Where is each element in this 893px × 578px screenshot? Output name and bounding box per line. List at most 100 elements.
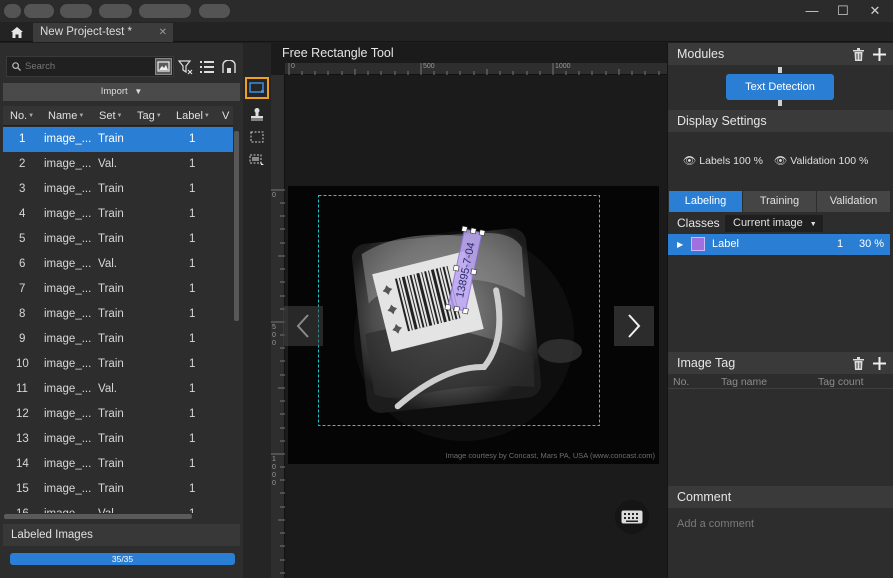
tab-validation[interactable]: Validation (817, 191, 890, 212)
comment-title: Comment (677, 490, 732, 504)
image-viewport[interactable]: 13895-7-04 Image courtesy by Concast, Ma… (288, 186, 659, 464)
cell-no: 8 (19, 308, 26, 320)
close-window-button[interactable]: ✕ (860, 2, 890, 20)
select-tool[interactable] (245, 126, 269, 148)
comment-input[interactable]: Add a comment (668, 509, 893, 578)
maximize-button[interactable]: ☐ (828, 2, 858, 20)
class-name: Label (712, 238, 739, 250)
table-vertical-scrollbar[interactable] (234, 131, 239, 321)
add-module-button[interactable] (871, 46, 887, 62)
table-row[interactable]: 7 image_... Train 1 (3, 277, 233, 302)
table-row[interactable]: 8 image_... Train 1 (3, 302, 233, 327)
canvas-area: Free Rectangle Tool 0 500 1000 0 5 0 0 1… (271, 43, 667, 578)
table-row[interactable]: 11 image_... Val. 1 (3, 377, 233, 402)
validation-visibility[interactable]: 👁 Validation 100 % (774, 154, 868, 167)
labels-visibility[interactable]: 👁 Labels 100 % (683, 154, 763, 167)
cell-set: Train (98, 333, 124, 345)
cell-no: 5 (19, 233, 26, 245)
cell-name: image_... (44, 308, 92, 320)
canvas-title: Free Rectangle Tool (282, 46, 394, 60)
table-row[interactable]: 13 image_... Train 1 (3, 427, 233, 452)
table-row[interactable]: 3 image_... Train 1 (3, 177, 233, 202)
ruler-left-label-0: 0 (272, 192, 276, 199)
cell-label: 1 (189, 308, 196, 320)
table-row[interactable]: 15 image_... Train 1 (3, 477, 233, 502)
class-filter-value: Current image (733, 217, 803, 229)
display-settings-header: Display Settings (668, 110, 893, 132)
shortcuts-button[interactable] (615, 500, 649, 534)
menu-item-6[interactable] (199, 4, 230, 18)
ruler-top-label-0: 0 (291, 63, 295, 70)
table-row[interactable]: 9 image_... Train 1 (3, 327, 233, 352)
minimize-button[interactable]: — (797, 2, 827, 20)
cell-set: Train (98, 283, 124, 295)
table-row[interactable]: 14 image_... Train 1 (3, 452, 233, 477)
cell-name: image_... (44, 433, 92, 445)
table-row[interactable]: 2 image_... Val. 1 (3, 152, 233, 177)
cell-no: 12 (16, 408, 29, 420)
table-horizontal-scrollbar[interactable] (4, 514, 192, 519)
tab-project[interactable]: New Project-test * ✕ (33, 23, 173, 42)
cell-label: 1 (189, 158, 196, 170)
cell-label: 1 (189, 133, 196, 145)
ruler-top-ticks (288, 63, 660, 75)
menu-item-2[interactable] (24, 4, 54, 18)
add-tag-button[interactable] (871, 355, 887, 371)
ruler-top: 0 500 1000 (285, 63, 667, 75)
stamp-tool[interactable] (245, 103, 269, 125)
table-row[interactable]: 12 image_... Train 1 (3, 402, 233, 427)
cell-name: image_... (44, 483, 92, 495)
next-image-button[interactable] (614, 306, 654, 346)
class-color-swatch[interactable] (691, 237, 705, 251)
menu-item-5[interactable] (139, 4, 191, 18)
title-bar: — ☐ ✕ (0, 0, 893, 22)
tag-col-no: No. (673, 376, 690, 388)
table-row[interactable]: 1 image_... Train 1 (3, 127, 233, 152)
region-tool[interactable] (245, 149, 269, 171)
tag-col-name: Tag name (721, 376, 768, 388)
cell-name: image_... (44, 508, 91, 513)
cell-no: 2 (19, 158, 26, 170)
cell-label: 1 (189, 283, 196, 295)
cell-set: Val. (98, 258, 117, 270)
cell-set: Train (98, 358, 124, 370)
cell-no: 1 (19, 133, 26, 145)
text-detection-module[interactable]: Text Detection (726, 74, 834, 100)
table-row[interactable]: 5 image_... Train 1 (3, 227, 233, 252)
tab-labeling[interactable]: Labeling (669, 191, 742, 212)
classes-label: Classes (677, 216, 720, 230)
free-rectangle-tool[interactable] (245, 77, 269, 99)
delete-module-button[interactable] (850, 46, 866, 62)
class-row-label[interactable]: ▶ Label 1 30 % (668, 234, 890, 255)
close-tab-icon[interactable]: ✕ (159, 23, 167, 42)
table-row[interactable]: 16 image_... Val. 1 (3, 502, 233, 513)
previous-image-button[interactable] (283, 306, 323, 346)
cell-set: Train (98, 433, 124, 445)
tab-training[interactable]: Training (743, 191, 816, 212)
cell-no: 3 (19, 183, 26, 195)
menu-item-1[interactable] (4, 4, 21, 18)
table-row[interactable]: 10 image_... Train 1 (3, 352, 233, 377)
table-row[interactable]: 4 image_... Train 1 (3, 202, 233, 227)
comment-header: Comment (668, 486, 893, 508)
image-list-panel: Search Import ▼ No.▼ Name▼ Set▼ Tag▼ Lab… (0, 43, 243, 578)
home-tab[interactable] (4, 23, 30, 42)
menu-item-3[interactable] (60, 4, 92, 18)
cell-no: 9 (19, 333, 26, 345)
expand-icon[interactable]: ▶ (677, 240, 683, 249)
keyboard-icon (621, 510, 643, 524)
cell-label: 1 (189, 358, 196, 370)
menu-item-4[interactable] (99, 4, 132, 18)
tab-bar: New Project-test * ✕ (0, 22, 893, 42)
cell-name: image_... (44, 358, 92, 370)
validation-pct: 100 % (838, 155, 869, 167)
table-row[interactable]: 6 image_... Val. 1 (3, 252, 233, 277)
eye-icon: 👁 (683, 155, 697, 167)
cell-no: 10 (16, 358, 29, 370)
labels-pct: 100 % (733, 155, 763, 167)
tab-project-label: New Project-test * (40, 26, 133, 38)
cell-label: 1 (189, 458, 196, 470)
delete-tag-button[interactable] (850, 355, 866, 371)
eye-icon: 👁 (774, 155, 788, 167)
class-filter-select[interactable]: Current image ▼ (725, 215, 823, 232)
